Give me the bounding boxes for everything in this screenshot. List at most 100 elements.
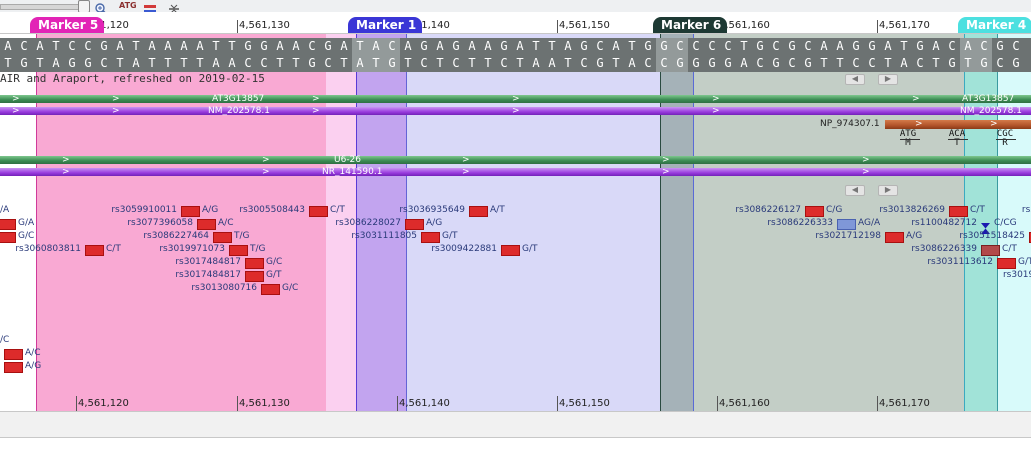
snp-id-label[interactable]: rs3031113612 — [927, 257, 993, 268]
snp-id-label[interactable]: rs3077396058 — [127, 218, 193, 229]
sequence-base: G — [868, 39, 876, 53]
sequence-base: A — [276, 39, 284, 53]
strand-arrow-icon: > — [312, 106, 320, 116]
snp-allele-label: G/C — [266, 257, 283, 267]
snp-marker[interactable] — [949, 206, 968, 217]
snp-marker[interactable] — [501, 245, 520, 256]
snp-marker[interactable] — [469, 206, 488, 217]
align-icon[interactable] — [143, 0, 157, 13]
snp-marker[interactable] — [197, 219, 216, 230]
collapse-icon[interactable] — [168, 0, 180, 14]
sequence-base: G — [692, 56, 700, 70]
snp-allele-label: A/C — [25, 348, 41, 358]
sequence-base: G — [420, 39, 428, 53]
snp-marker[interactable] — [405, 219, 424, 230]
snp-allele-label: C/G — [826, 205, 843, 215]
snp-id-label[interactable]: rs3009422881 — [431, 244, 497, 255]
horizontal-scrollbar[interactable] — [0, 411, 1031, 438]
snp-marker[interactable] — [4, 349, 23, 360]
snp-marker[interactable] — [805, 206, 824, 217]
scroll-left-icon[interactable]: ◀ — [845, 185, 865, 196]
snp-marker[interactable] — [421, 232, 440, 243]
snp-id-label[interactable]: rs3086228027 — [335, 218, 401, 229]
snp-id-label[interactable]: rs3086227464 — [143, 231, 209, 242]
sequence-viewer[interactable]: ATG 4,561,120 4,561,130 4,561,140 4,561,… — [0, 0, 1031, 452]
marker-1-flag[interactable]: Marker 1 — [348, 17, 423, 33]
snp-id-label[interactable]: rs3005508443 — [239, 205, 305, 216]
snp-id-label[interactable]: rs3013826269 — [879, 205, 945, 216]
protein-label: NP_974307.1 — [820, 119, 880, 129]
snp-marker[interactable] — [181, 206, 200, 217]
scroll-right-icon[interactable]: ▶ — [878, 74, 898, 85]
snp-marker[interactable] — [245, 271, 264, 282]
sequence-base: C — [756, 56, 764, 70]
atg-icon[interactable]: ATG — [119, 0, 137, 12]
snp-id-label[interactable]: rs3086226339 — [911, 244, 977, 255]
sequence-base: C — [100, 56, 108, 70]
scroll-right-icon[interactable]: ▶ — [878, 185, 898, 196]
snp-id-label[interactable]: rs3086226127 — [735, 205, 801, 216]
snp-id-label[interactable]: rs3013080716 — [191, 283, 257, 294]
sequence-base: C — [976, 38, 992, 55]
marker-5-flag[interactable]: Marker 5 — [30, 17, 105, 33]
snp-allele-label: /C — [0, 335, 10, 345]
snp-marker[interactable] — [885, 232, 904, 243]
strand-arrow-icon: > — [662, 167, 670, 177]
sequence-base: T — [900, 39, 908, 53]
snp-marker[interactable] — [4, 362, 23, 373]
snp-id-label[interactable]: rs3086226333 — [767, 218, 833, 229]
sequence-base: A — [36, 39, 44, 53]
sequence-base: G — [976, 55, 992, 72]
snp-marker[interactable] — [981, 219, 990, 234]
zoom-in-icon[interactable] — [95, 0, 107, 15]
sequence-base: C — [500, 56, 508, 70]
snp-marker[interactable] — [837, 219, 856, 230]
snp-id-label[interactable]: rs3051518425 — [959, 231, 1025, 242]
snp-marker[interactable] — [229, 245, 248, 256]
snp-id-label[interactable]: rs3060803811 — [15, 244, 81, 255]
scroll-left-icon[interactable]: ◀ — [845, 74, 865, 85]
marker-4-flag[interactable]: Marker 4 — [958, 17, 1031, 33]
marker-6-flag[interactable]: Marker 6 — [653, 17, 728, 33]
sequence-base: G — [996, 39, 1004, 53]
snp-id-label[interactable]: rs1100482712 — [911, 218, 977, 229]
snp-marker[interactable] — [0, 219, 16, 230]
snp-allele-label: AG/A — [858, 218, 881, 228]
snp-marker[interactable] — [981, 245, 1000, 256]
sequence-base: A — [228, 56, 236, 70]
snp-id-label[interactable]: rs3019971073 — [159, 244, 225, 255]
sequence-base: C — [84, 39, 92, 53]
rna-track-nr141590[interactable] — [0, 168, 1031, 176]
sequence-base: A — [436, 39, 444, 53]
snp-marker[interactable] — [0, 232, 16, 243]
snp-marker[interactable] — [245, 258, 264, 269]
strand-arrow-icon: > — [712, 106, 720, 116]
sequence-base: A — [292, 39, 300, 53]
gene-track-u6-26[interactable] — [0, 156, 1031, 164]
ruler-label: 4,561,160 — [719, 398, 770, 409]
snp-marker[interactable] — [85, 245, 104, 256]
snp-id-label[interactable]: rs3031111805 — [351, 231, 417, 242]
snp-id-label[interactable]: rs3017484817 — [175, 257, 241, 268]
ruler-tick — [76, 396, 77, 411]
snp-id-label[interactable]: rs3059910011 — [111, 205, 177, 216]
snp-id-label[interactable]: rs3017484817 — [175, 270, 241, 281]
snp-id-label[interactable]: rs30191 — [1003, 270, 1031, 281]
ruler-label: 4,561,150 — [559, 20, 610, 31]
sequence-base: G — [708, 56, 716, 70]
snp-marker[interactable] — [213, 232, 232, 243]
snp-marker[interactable] — [261, 284, 280, 295]
sequence-base: G — [260, 39, 268, 53]
snp-id-label[interactable]: rs3036935649 — [399, 205, 465, 216]
strand-arrow-icon: > — [312, 94, 320, 104]
sequence-base: G — [244, 39, 252, 53]
ruler-label: 4,561,120 — [78, 398, 129, 409]
sequence-base: G — [948, 56, 956, 70]
sequence-base: A — [148, 39, 156, 53]
snp-id-label[interactable]: rs3021712198 — [815, 231, 881, 242]
snp-id-label[interactable]: rs3 — [1022, 205, 1031, 216]
snp-marker[interactable] — [997, 258, 1016, 269]
snp-marker[interactable] — [309, 206, 328, 217]
protein-track-np974307[interactable] — [885, 120, 1031, 129]
zoom-slider-track[interactable] — [0, 4, 82, 10]
